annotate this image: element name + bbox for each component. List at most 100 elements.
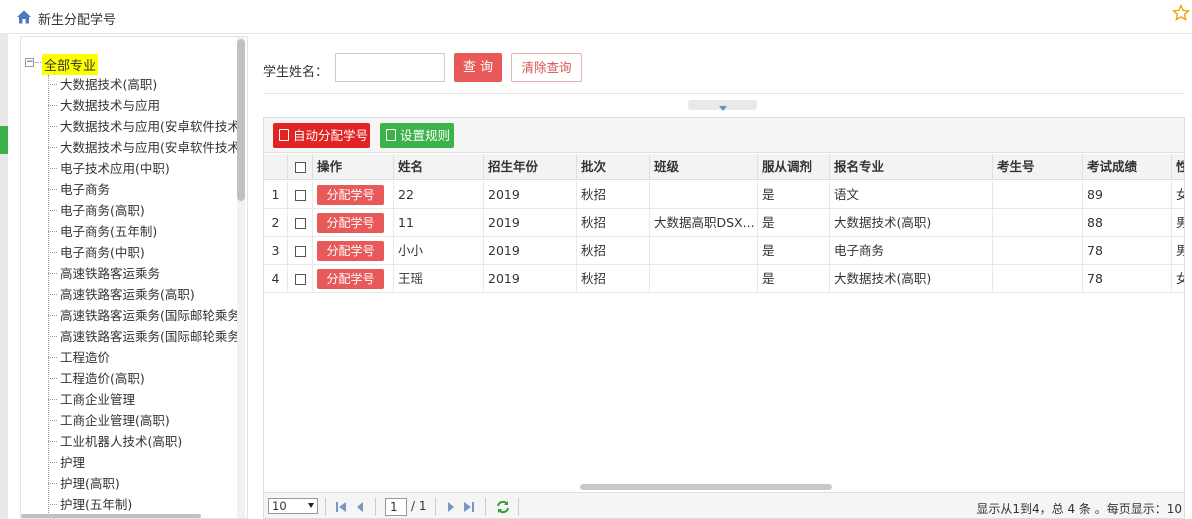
clear-query-button[interactable]: 清除查询 [511,53,582,82]
first-page-icon[interactable] [335,501,347,513]
cell-exam-number [993,209,1083,236]
header-class[interactable]: 班级 [650,154,758,179]
select-all-checkbox[interactable] [295,162,306,173]
header-operation[interactable]: 操作 [313,154,394,179]
cell-year: 2019 [484,265,577,292]
cell-year: 2019 [484,237,577,264]
assign-number-button[interactable]: 分配学号 [317,213,384,233]
cell-score: 88 [1083,209,1172,236]
cell-major: 大数据技术(高职) [830,265,993,292]
header-adjust[interactable]: 服从调剂 [758,154,830,179]
tree-item[interactable]: 高速铁路客运乘务(国际邮轮乘务 [48,305,243,326]
cell-score: 78 [1083,237,1172,264]
grid-horizontal-scrollbar[interactable] [580,484,832,490]
tree-item[interactable]: 电子商务 [48,179,243,200]
star-icon[interactable] [1172,4,1190,22]
header-batch[interactable]: 批次 [577,154,650,179]
tree-item[interactable]: 工商企业管理 [48,389,243,410]
student-grid: 自动分配学号 设置规则 操作 姓名 招生年份 批次 班级 服从调剂 报名专业 考… [263,117,1185,519]
tree-item[interactable]: 护理 [48,452,243,473]
cell-adjust: 是 [758,237,830,264]
document-icon [279,129,289,141]
row-operation-cell: 分配学号 [313,181,394,208]
tree-scrollbar[interactable] [237,37,245,518]
query-button[interactable]: 查 询 [454,53,502,82]
pager-divider [325,498,326,516]
pager-divider [435,498,436,516]
tree-root-label[interactable]: 全部专业 [42,54,99,75]
page-size-select[interactable]: 10 [268,498,318,514]
assign-number-button[interactable]: 分配学号 [317,269,384,289]
cell-year: 2019 [484,209,577,236]
tree-item[interactable]: 大数据技术与应用 [48,95,243,116]
tree-item[interactable]: 电子商务(高职) [48,200,243,221]
collapse-search-toggle[interactable] [688,100,757,111]
tree-item[interactable]: 大数据技术与应用(安卓软件技术 [48,116,243,137]
row-operation-cell: 分配学号 [313,209,394,236]
assign-number-button[interactable]: 分配学号 [317,185,384,205]
header-row-number [264,154,288,179]
assign-number-button[interactable]: 分配学号 [317,241,384,261]
page: 新生分配学号 − 全部专业 大数据技术(高职) 大数据技术与应用 大数据技术与应… [0,0,1192,519]
collapse-icon[interactable]: − [25,58,34,67]
auto-assign-button[interactable]: 自动分配学号 [273,123,370,148]
divider [263,93,1184,94]
cell-name: 王瑶 [394,265,484,292]
row-number: 3 [264,237,288,264]
tree-item[interactable]: 大数据技术(高职) [48,74,243,95]
page-number-input[interactable]: 1 [385,498,407,516]
cell-adjust: 是 [758,265,830,292]
tree-horizontal-scrollbar[interactable] [21,514,201,518]
header-sex[interactable]: 性 [1172,154,1184,179]
header-major[interactable]: 报名专业 [830,154,993,179]
last-page-icon[interactable] [463,501,475,513]
tree-item[interactable]: 护理(高职) [48,473,243,494]
auto-assign-label: 自动分配学号 [293,128,369,143]
tree-item[interactable]: 工业机器人技术(高职) [48,431,243,452]
home-icon[interactable] [16,9,32,25]
tree-item[interactable]: 电子商务(中职) [48,242,243,263]
header-year[interactable]: 招生年份 [484,154,577,179]
cell-name: 22 [394,181,484,208]
row-operation-cell: 分配学号 [313,237,394,264]
header-name[interactable]: 姓名 [394,154,484,179]
table-row[interactable]: 2 分配学号 11 2019 秋招 大数据高职DSX... 是 大数据技术(高职… [264,209,1184,237]
cell-batch: 秋招 [577,209,650,236]
row-checkbox[interactable] [295,218,306,229]
tree-items: 大数据技术(高职) 大数据技术与应用 大数据技术与应用(安卓软件技术 大数据技术… [48,74,243,515]
row-number: 1 [264,181,288,208]
header-exam-number[interactable]: 考生号 [993,154,1083,179]
table-row[interactable]: 1 分配学号 22 2019 秋招 是 语文 89 女 [264,181,1184,209]
tree-item[interactable]: 高速铁路客运乘务 [48,263,243,284]
tree-scrollbar-thumb[interactable] [237,39,245,201]
set-rules-button[interactable]: 设置规则 [380,123,454,148]
table-row[interactable]: 4 分配学号 王瑶 2019 秋招 是 大数据技术(高职) 78 女 [264,265,1184,293]
cell-class [650,237,758,264]
page-title: 新生分配学号 [38,13,117,28]
row-operation-cell: 分配学号 [313,265,394,292]
cell-sex: 男 [1172,237,1184,264]
next-page-icon[interactable] [445,501,457,513]
row-checkbox[interactable] [295,246,306,257]
cell-name: 11 [394,209,484,236]
tree-item[interactable]: 电子商务(五年制) [48,221,243,242]
page-size-value: 10 [272,499,287,513]
table-row[interactable]: 3 分配学号 小小 2019 秋招 是 电子商务 78 男 [264,237,1184,265]
row-checkbox[interactable] [295,190,306,201]
row-checkbox[interactable] [295,274,306,285]
tree-item[interactable]: 电子技术应用(中职) [48,158,243,179]
student-name-input[interactable] [335,53,445,82]
header-score[interactable]: 考试成绩 [1083,154,1172,179]
chevron-down-icon [718,106,727,111]
tree-item[interactable]: 高速铁路客运乘务(国际邮轮乘务 [48,326,243,347]
tree-item[interactable]: 工程造价(高职) [48,368,243,389]
prev-page-icon[interactable] [354,501,366,513]
tree-item[interactable]: 工商企业管理(高职) [48,410,243,431]
cell-sex: 女 [1172,265,1184,292]
tree-item[interactable]: 护理(五年制) [48,494,243,515]
refresh-icon[interactable] [496,500,510,514]
tree-item[interactable]: 高速铁路客运乘务(高职) [48,284,243,305]
tree-item[interactable]: 工程造价 [48,347,243,368]
tree-item[interactable]: 大数据技术与应用(安卓软件技术 [48,137,243,158]
left-edge-strip [0,34,8,519]
